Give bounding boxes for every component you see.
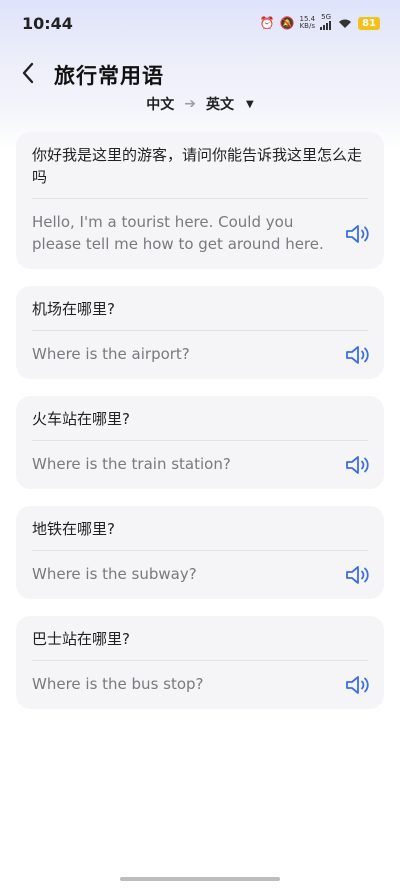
status-icons: ⏰ 🔕 15.4 KB/s 5G 81 xyxy=(260,14,380,32)
phrase-english: Where is the train station? xyxy=(32,441,369,489)
phrase-english: Where is the airport? xyxy=(32,331,369,379)
phrase-card[interactable]: 巴士站在哪里? Where is the bus stop? xyxy=(16,616,384,709)
speaker-icon[interactable] xyxy=(344,343,372,367)
speaker-icon[interactable] xyxy=(344,453,372,477)
phrase-chinese: 地铁在哪里? xyxy=(32,518,368,551)
phrase-card[interactable]: 你好我是这里的游客，请问你能告诉我这里怎么走吗 Hello, I'm a tou… xyxy=(16,132,384,269)
phrase-list: 你好我是这里的游客，请问你能告诉我这里怎么走吗 Hello, I'm a tou… xyxy=(16,132,384,726)
phrase-chinese: 你好我是这里的游客，请问你能告诉我这里怎么走吗 xyxy=(32,144,368,199)
speaker-icon[interactable] xyxy=(344,563,372,587)
phrase-card[interactable]: 机场在哪里? Where is the airport? xyxy=(16,286,384,379)
phrase-chinese: 火车站在哪里? xyxy=(32,408,368,441)
phrase-chinese: 巴士站在哪里? xyxy=(32,628,368,661)
phrase-english: Where is the subway? xyxy=(32,551,369,599)
caret-down-icon[interactable]: ▼ xyxy=(246,99,254,110)
phrase-english: Hello, I'm a tourist here. Could you ple… xyxy=(32,199,369,269)
phrase-chinese: 机场在哪里? xyxy=(32,298,368,331)
phrase-card[interactable]: 火车站在哪里? Where is the train station? xyxy=(16,396,384,489)
back-button[interactable] xyxy=(14,58,42,88)
source-language[interactable]: 中文 xyxy=(146,94,174,114)
speaker-icon[interactable] xyxy=(344,222,372,246)
page-title: 旅行常用语 xyxy=(54,64,164,88)
status-bar: 10:44 ⏰ 🔕 15.4 KB/s 5G 81 xyxy=(0,0,400,48)
alarm-icon: ⏰ xyxy=(259,16,275,30)
language-selector[interactable]: 中文 ➔ 英文 ▼ xyxy=(0,94,400,114)
arrow-right-icon: ➔ xyxy=(184,96,197,112)
network-type: 5G xyxy=(320,14,332,32)
phrase-english: Where is the bus stop? xyxy=(32,661,369,709)
network-speed: 15.4 KB/s xyxy=(299,15,316,30)
wifi-icon xyxy=(339,19,352,28)
target-language[interactable]: 英文 xyxy=(206,94,234,114)
home-indicator[interactable] xyxy=(120,877,280,881)
battery-indicator: 81 xyxy=(358,16,380,30)
phrase-card[interactable]: 地铁在哪里? Where is the subway? xyxy=(16,506,384,599)
signal-icon xyxy=(320,21,332,30)
mute-icon: 🔕 xyxy=(279,16,295,30)
status-time: 10:44 xyxy=(22,14,73,33)
chevron-left-icon xyxy=(22,62,34,84)
speaker-icon[interactable] xyxy=(344,673,372,697)
